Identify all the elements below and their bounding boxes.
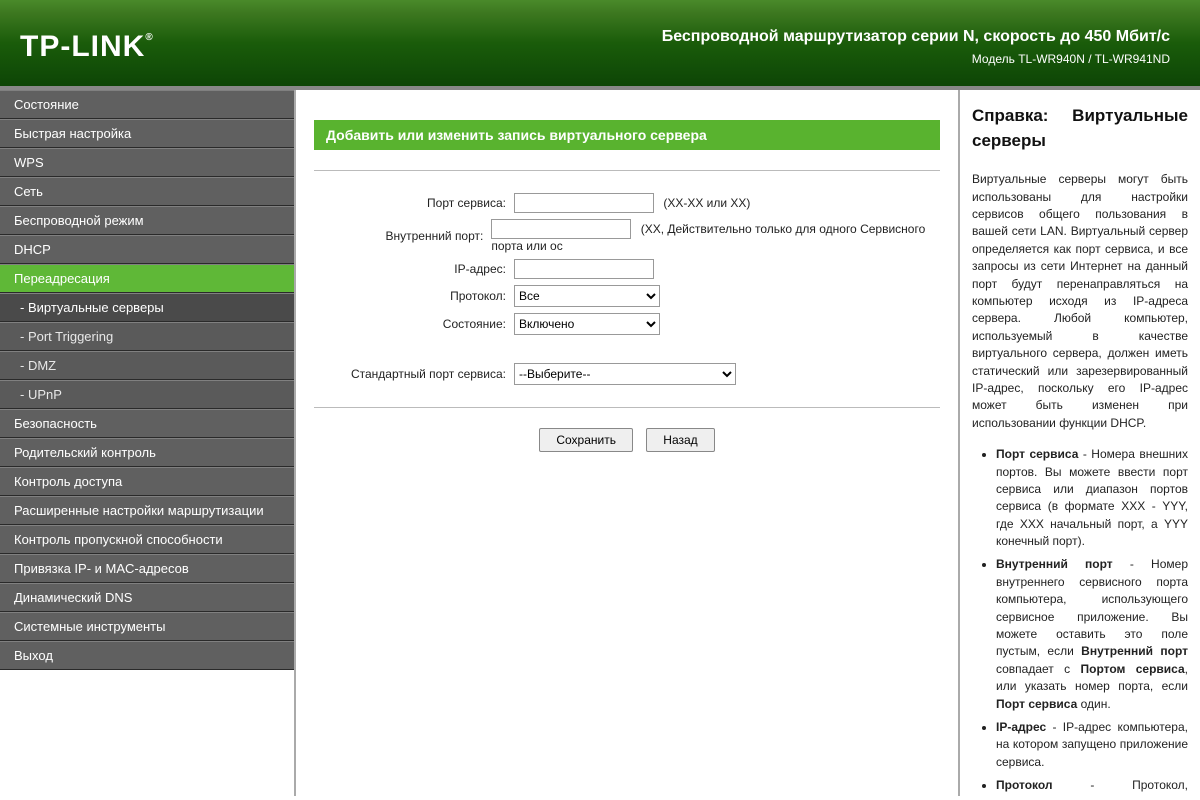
page-title: Добавить или изменить запись виртуальног…	[314, 120, 940, 150]
common-port-select[interactable]: --Выберите--	[514, 363, 736, 385]
sidebar: СостояниеБыстрая настройкаWPSСетьБеспров…	[0, 90, 296, 796]
service-port-hint: (XX-XX или XX)	[663, 196, 750, 210]
sidebar-item-2[interactable]: WPS	[0, 148, 294, 177]
help-bullet-0: Порт сервиса - Номера внешних портов. Вы…	[996, 446, 1188, 550]
save-button[interactable]: Сохранить	[539, 428, 633, 452]
sidebar-item-0[interactable]: Состояние	[0, 90, 294, 119]
help-bullet-1: Внутренний порт - Номер внутреннего серв…	[996, 556, 1188, 713]
help-intro: Виртуальные серверы могут быть использов…	[972, 171, 1188, 432]
internal-port-label: Внутренний порт:	[314, 229, 491, 243]
sidebar-item-6[interactable]: Переадресация	[0, 264, 294, 293]
sidebar-item-18[interactable]: Системные инструменты	[0, 612, 294, 641]
internal-port-input[interactable]	[491, 219, 631, 239]
header: TP-LINK® Беспроводной маршрутизатор сери…	[0, 0, 1200, 90]
form-block: Порт сервиса: (XX-XX или XX) Внутренний …	[314, 170, 940, 408]
help-panel: Справка: Виртуальные серверы Виртуальные…	[960, 90, 1200, 796]
sidebar-item-9[interactable]: - DMZ	[0, 351, 294, 380]
sidebar-item-7[interactable]: - Виртуальные серверы	[0, 293, 294, 322]
main-content: Добавить или изменить запись виртуальног…	[296, 90, 960, 796]
sidebar-item-5[interactable]: DHCP	[0, 235, 294, 264]
header-subtitle: Модель TL-WR940N / TL-WR941ND	[972, 52, 1170, 66]
sidebar-item-3[interactable]: Сеть	[0, 177, 294, 206]
sidebar-item-4[interactable]: Беспроводной режим	[0, 206, 294, 235]
sidebar-item-19[interactable]: Выход	[0, 641, 294, 670]
service-port-label: Порт сервиса:	[314, 196, 514, 210]
ip-address-label: IP-адрес:	[314, 262, 514, 276]
help-bullet-3: Протокол - Протокол, используемый для да…	[996, 777, 1188, 796]
ip-address-input[interactable]	[514, 259, 654, 279]
help-list: Порт сервиса - Номера внешних портов. Вы…	[972, 446, 1188, 796]
status-label: Состояние:	[314, 317, 514, 331]
logo: TP-LINK®	[20, 30, 154, 64]
sidebar-item-14[interactable]: Расширенные настройки маршрутизации	[0, 496, 294, 525]
sidebar-item-12[interactable]: Родительский контроль	[0, 438, 294, 467]
sidebar-item-8[interactable]: - Port Triggering	[0, 322, 294, 351]
protocol-label: Протокол:	[314, 289, 514, 303]
sidebar-item-13[interactable]: Контроль доступа	[0, 467, 294, 496]
sidebar-item-17[interactable]: Динамический DNS	[0, 583, 294, 612]
sidebar-item-10[interactable]: - UPnP	[0, 380, 294, 409]
back-button[interactable]: Назад	[646, 428, 714, 452]
protocol-select[interactable]: Все	[514, 285, 660, 307]
service-port-input[interactable]	[514, 193, 654, 213]
common-port-label: Стандартный порт сервиса:	[314, 367, 514, 381]
sidebar-item-11[interactable]: Безопасность	[0, 409, 294, 438]
help-title: Справка: Виртуальные серверы	[972, 104, 1188, 153]
help-bullet-2: IP-адрес - IP-адрес компьютера, на котор…	[996, 719, 1188, 771]
header-title: Беспроводной маршрутизатор серии N, скор…	[662, 28, 1170, 46]
sidebar-item-1[interactable]: Быстрая настройка	[0, 119, 294, 148]
status-select[interactable]: Включено	[514, 313, 660, 335]
sidebar-item-16[interactable]: Привязка IP- и MAC-адресов	[0, 554, 294, 583]
button-row: Сохранить Назад	[314, 428, 940, 452]
sidebar-item-15[interactable]: Контроль пропускной способности	[0, 525, 294, 554]
